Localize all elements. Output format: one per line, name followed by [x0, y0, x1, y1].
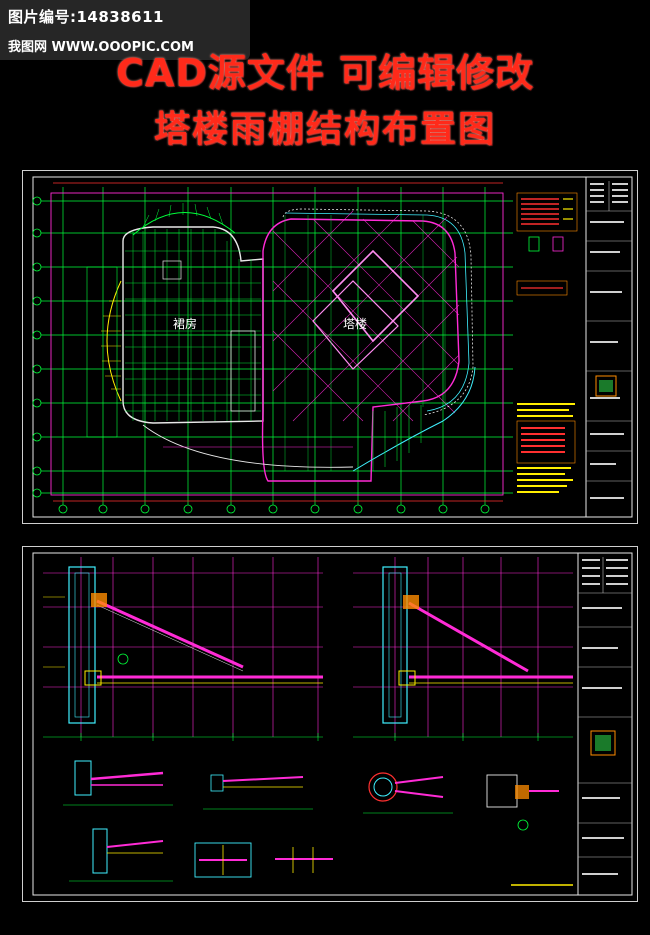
image-number-label: 图片编号:14838611: [8, 8, 164, 26]
podium-label: 裙房: [173, 317, 198, 331]
tower-label: 塔楼: [343, 317, 368, 331]
drawing-sheet-plan: 裙房 塔楼: [22, 170, 638, 524]
drawing-sheet-details: [22, 546, 638, 902]
header-banner: 图片编号:14838611 我图网 WWW.OOOPIC.COM CAD源文件 …: [0, 0, 650, 165]
headline-line2: 塔楼雨棚结构布置图: [153, 109, 496, 150]
detail-drawing: [32, 552, 633, 896]
plan-drawing: [32, 176, 633, 518]
headline-line1: CAD源文件 可编辑修改: [115, 51, 535, 95]
